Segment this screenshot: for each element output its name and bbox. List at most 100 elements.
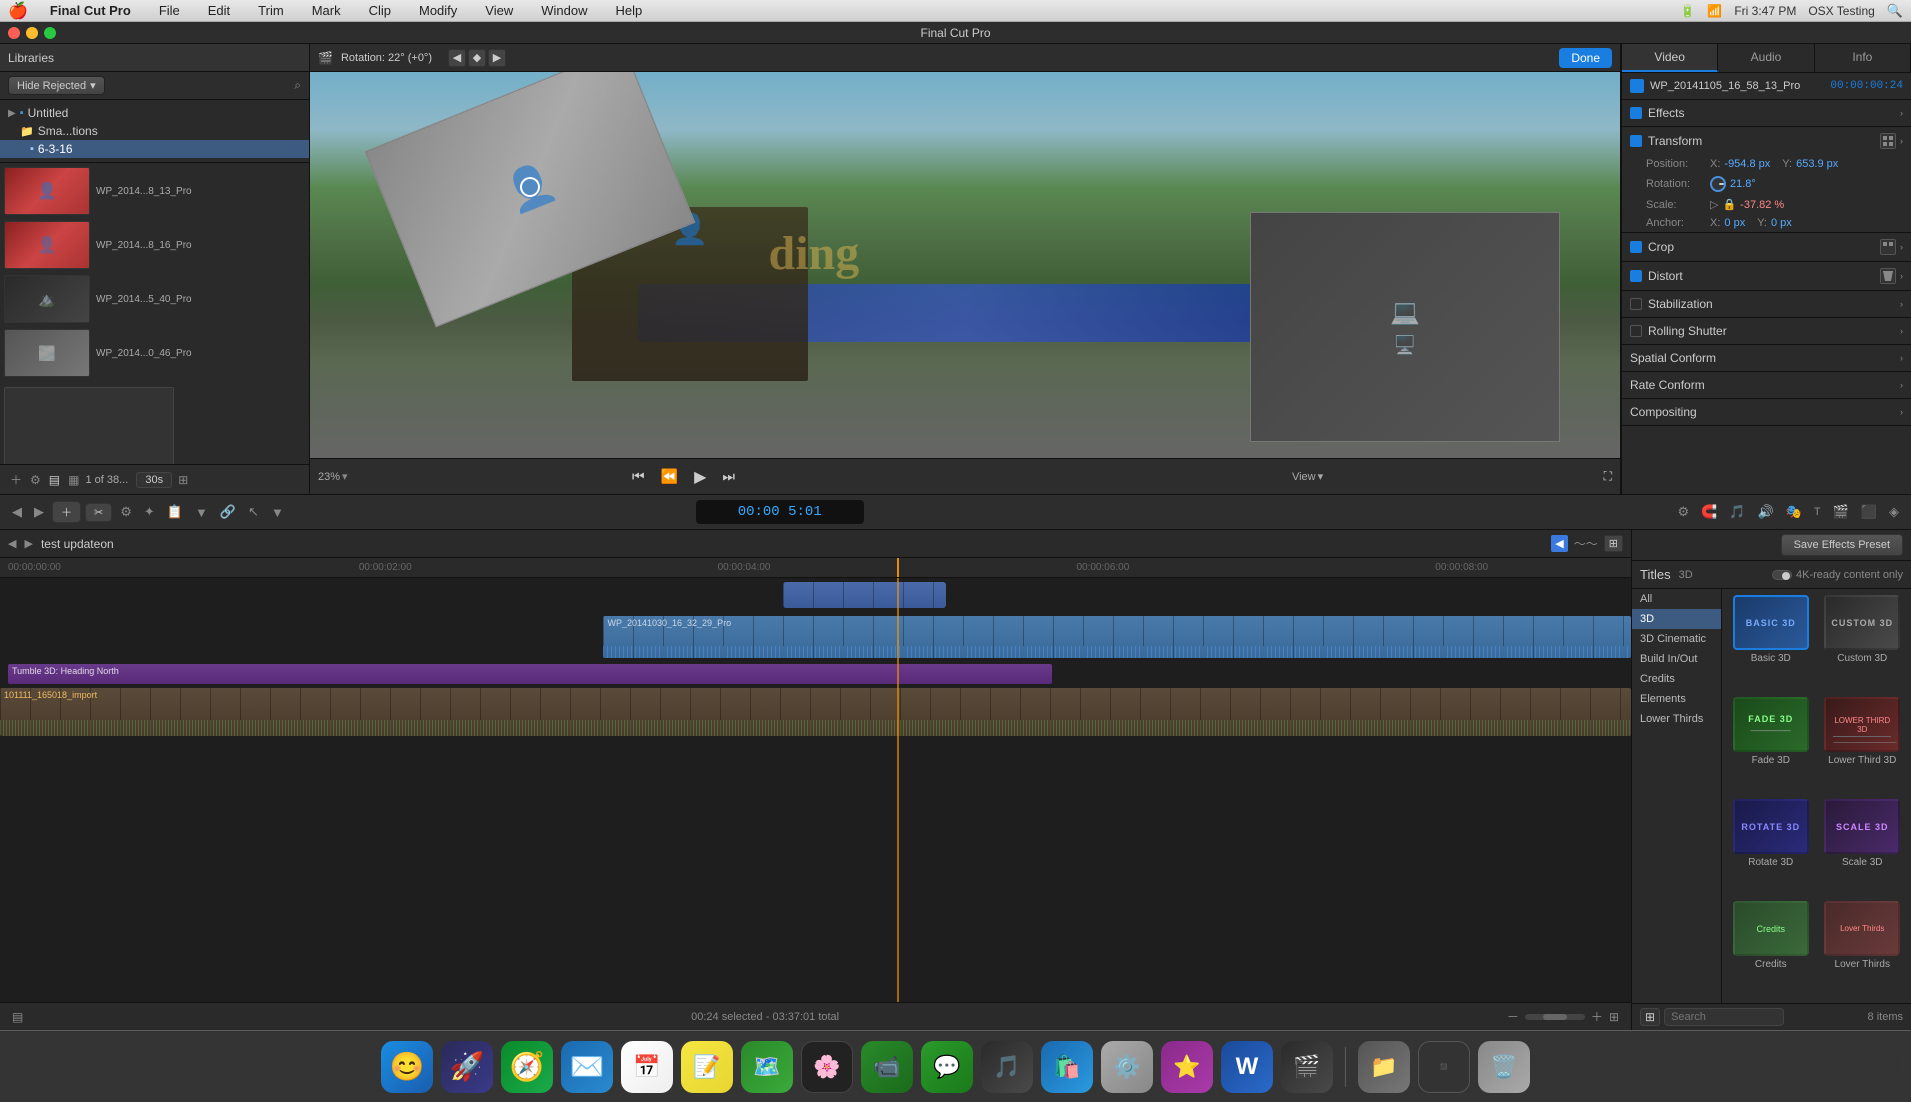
effects-cat-elements[interactable]: Elements — [1632, 689, 1721, 709]
timeline-connect-button[interactable]: 🔗 — [216, 502, 240, 522]
rolling-shutter-checkbox[interactable] — [1630, 325, 1642, 337]
timeline-nav-forward-icon[interactable]: ▶ — [24, 537, 32, 550]
track-import-clip[interactable]: 101111_165018_import — [0, 688, 1631, 736]
dock-safari[interactable]: 🧭 — [501, 1041, 553, 1093]
dock-music[interactable]: 🎵 — [981, 1041, 1033, 1093]
track-tumble-clip[interactable]: Tumble 3D: Heading North — [8, 664, 1052, 684]
dock-maps[interactable]: 🗺️ — [741, 1041, 793, 1093]
timeline-clip-view-button[interactable]: ⊞ — [1609, 1010, 1619, 1024]
library-filmstrip-view-button[interactable]: ▦ — [66, 471, 81, 489]
spatial-conform-expand-button[interactable]: › — [1900, 353, 1903, 363]
effects-cat-lower-thirds[interactable]: Lower Thirds — [1632, 709, 1721, 729]
transport-go-start-button[interactable]: ⏮ — [628, 466, 649, 487]
library-clip-appearance-button[interactable]: ⊞ — [176, 471, 190, 489]
zoom-slider[interactable] — [1525, 1014, 1585, 1020]
window-close-btn[interactable] — [8, 27, 20, 39]
library-duration-input[interactable] — [136, 472, 172, 488]
timeline-select-button[interactable]: ↖ — [244, 502, 263, 522]
stabilization-checkbox[interactable] — [1630, 298, 1642, 310]
timeline-zoom-button[interactable]: 🔊 — [1754, 502, 1778, 522]
chevron-down-icon-zoom[interactable]: ▾ — [342, 470, 348, 483]
track-connected-clip[interactable] — [783, 582, 946, 608]
library-settings-button[interactable]: ⚙ — [28, 471, 43, 489]
stabilization-expand-button[interactable]: › — [1900, 299, 1903, 309]
viewer-nav-forward-button[interactable]: ▶ — [488, 49, 506, 67]
dock-stickies[interactable]: ⭐ — [1161, 1041, 1213, 1093]
dock-launchpad[interactable]: 🚀 — [441, 1041, 493, 1093]
timeline-back-button[interactable]: ◀ — [8, 502, 26, 522]
inspector-rolling-shutter-section[interactable]: Rolling Shutter › — [1622, 318, 1911, 344]
timeline-list-view-button[interactable]: ▤ — [12, 1010, 23, 1024]
track-main-video[interactable]: WP_20141030_16_32_29_Pro — [603, 616, 1631, 658]
timeline-forward-button[interactable]: ▶ — [30, 502, 48, 522]
tab-audio[interactable]: Audio — [1718, 44, 1814, 72]
clip-item-2[interactable]: 🏔️ WP_2014...5_40_Pro — [4, 275, 305, 323]
trim-menu[interactable]: Trim — [252, 1, 290, 20]
effects-cat-credits[interactable]: Credits — [1632, 669, 1721, 689]
dock-app-1[interactable]: ▪️ — [1418, 1041, 1470, 1093]
viewer-done-button[interactable]: Done — [1559, 48, 1612, 68]
crop-expand-button[interactable]: › — [1900, 239, 1903, 255]
effects-cat-build-in-out[interactable]: Build In/Out — [1632, 649, 1721, 669]
timeline-add-button[interactable]: ＋ — [52, 501, 81, 523]
effect-extra-1[interactable]: Credits Credits — [1728, 901, 1814, 997]
timeline-zoom-in-button[interactable]: ＋ — [1591, 1008, 1603, 1025]
mark-menu[interactable]: Mark — [306, 1, 347, 20]
window-minimize-btn[interactable] — [26, 27, 38, 39]
effects-expand-button[interactable]: › — [1900, 108, 1903, 118]
effect-lower-third-3d[interactable]: LOWER THIRD 3D ――――――――― Lower Third 3D — [1820, 697, 1906, 793]
library-add-button[interactable]: ＋ — [8, 469, 24, 490]
dock-photos[interactable]: 🌸 — [801, 1041, 853, 1093]
timeline-snap-button[interactable]: 🧲 — [1697, 502, 1721, 522]
dock-finder-2[interactable]: 📁 — [1358, 1041, 1410, 1093]
timeline-playhead[interactable] — [897, 558, 899, 577]
effect-rotate-3d[interactable]: ROTATE 3D Rotate 3D — [1728, 799, 1814, 895]
effects-search-input[interactable] — [1664, 1008, 1784, 1026]
timeline-settings-right-button[interactable]: ⚙ — [1673, 502, 1693, 522]
effects-add-button[interactable]: ⊞ — [1640, 1008, 1660, 1026]
transform-grid-icon[interactable] — [1880, 133, 1896, 149]
timeline-skim-button[interactable]: ◈ — [1885, 502, 1903, 522]
timeline-zoom-out-button[interactable]: － — [1507, 1008, 1519, 1025]
dock-finder[interactable]: 😊 — [381, 1041, 433, 1093]
timeline-select-more-button[interactable]: ▼ — [267, 503, 288, 522]
clip-item-1[interactable]: 👤 WP_2014...8_16_Pro — [4, 221, 305, 269]
inspector-compositing-section[interactable]: Compositing › — [1622, 399, 1911, 425]
dock-finalcut[interactable]: 🎬 — [1281, 1041, 1333, 1093]
transport-play-reverse-button[interactable]: ⏪ — [657, 466, 682, 487]
dock-notes[interactable]: 📝 — [681, 1041, 733, 1093]
effects-cat-all[interactable]: All — [1632, 589, 1721, 609]
tab-video[interactable]: Video — [1622, 44, 1718, 72]
inspector-stabilization-section[interactable]: Stabilization › — [1622, 291, 1911, 317]
timeline-clip-height-button[interactable]: ⊞ — [1604, 535, 1623, 552]
inspector-transform-section[interactable]: Transform › — [1622, 127, 1911, 155]
timeline-nav-back-icon[interactable]: ◀ — [8, 537, 16, 550]
effects-cat-3d-cinematic[interactable]: 3D Cinematic — [1632, 629, 1721, 649]
crop-grid-icon[interactable] — [1880, 239, 1896, 255]
dock-systemprefs[interactable]: ⚙️ — [1101, 1041, 1153, 1093]
edit-menu[interactable]: Edit — [202, 1, 236, 20]
viewer-fullscreen-button[interactable]: ⛶ — [1604, 469, 1612, 484]
viewer-view-button[interactable]: View▾ — [1292, 470, 1323, 483]
timeline-role-button[interactable]: 🎭 — [1782, 502, 1806, 522]
clip-item-0[interactable]: 👤 WP_2014...8_13_Pro — [4, 167, 305, 215]
tab-info[interactable]: Info — [1815, 44, 1911, 72]
inspector-crop-section[interactable]: Crop › — [1622, 233, 1911, 261]
clip-item-4[interactable] — [4, 387, 305, 464]
timeline-title-button[interactable]: T — [1810, 504, 1825, 520]
clip-item-3[interactable]: 🌫️ WP_2014...0_46_Pro — [4, 329, 305, 377]
effect-extra-2[interactable]: Lover Thirds Lover Thirds — [1820, 901, 1906, 997]
timeline-audio-button[interactable]: 🎵 — [1725, 502, 1749, 522]
timeline-clip-button[interactable]: 📋 — [163, 502, 187, 522]
viewer-nav-back-button[interactable]: ◀ — [448, 49, 466, 67]
inspector-effects-section[interactable]: Effects › — [1622, 100, 1911, 126]
effect-scale-3d[interactable]: SCALE 3D Scale 3D — [1820, 799, 1906, 895]
hide-rejected-button[interactable]: Hide Rejected ▾ — [8, 76, 105, 95]
distort-grid-icon[interactable] — [1880, 268, 1896, 284]
effect-custom-3d[interactable]: CUSTOM 3D Custom 3D — [1820, 595, 1906, 691]
inspector-spatial-conform-section[interactable]: Spatial Conform › — [1622, 345, 1911, 371]
dock-mail[interactable]: ✉️ — [561, 1041, 613, 1093]
effect-fade-3d[interactable]: FADE 3D ――――― Fade 3D — [1728, 697, 1814, 793]
compositing-expand-button[interactable]: › — [1900, 407, 1903, 417]
timeline-cut-button[interactable]: ✂ — [85, 503, 112, 522]
